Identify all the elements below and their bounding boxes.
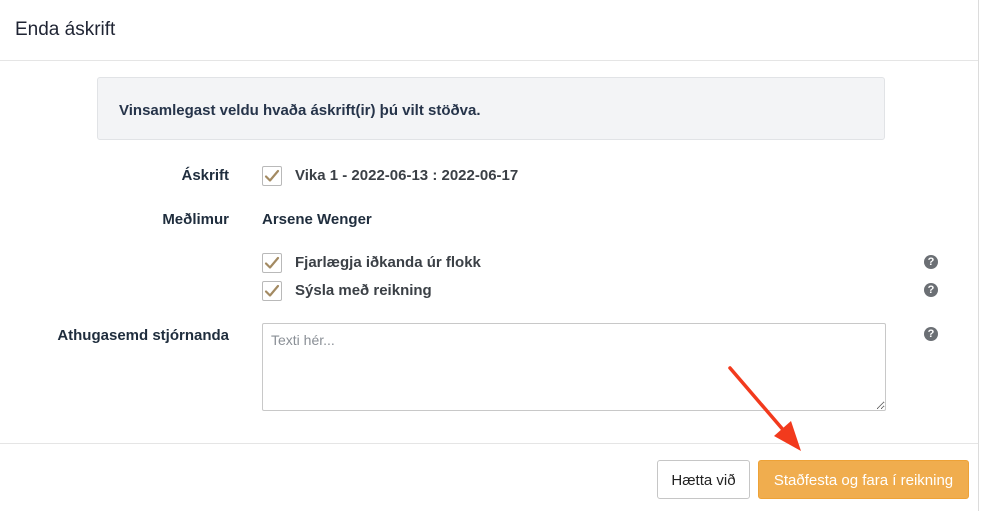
manage-invoice-label: Sýsla með reikning — [295, 282, 432, 299]
member-label: Meðlimur — [162, 211, 229, 228]
help-icon[interactable]: ? — [924, 283, 938, 297]
info-box: Vinsamlegast veldu hvaða áskrift(ir) þú … — [97, 77, 885, 140]
subscription-option-label: Vika 1 - 2022-06-13 : 2022-06-17 — [295, 167, 519, 184]
confirm-and-invoice-button[interactable]: Staðfesta og fara í reikning — [758, 460, 969, 499]
info-message: Vinsamlegast veldu hvaða áskrift(ir) þú … — [119, 102, 481, 119]
modal-title: Enda áskrift — [15, 19, 116, 40]
admin-note-label: Athugasemd stjórnanda — [57, 327, 229, 344]
help-icon[interactable]: ? — [924, 255, 938, 269]
remove-from-group-checkbox[interactable] — [262, 253, 282, 273]
remove-from-group-label: Fjarlægja iðkanda úr flokk — [295, 254, 481, 271]
manage-invoice-checkbox[interactable] — [262, 281, 282, 301]
checkmark-icon — [264, 169, 280, 182]
modal-header: Enda áskrift — [0, 0, 978, 61]
cancel-button[interactable]: Hætta við — [657, 460, 750, 499]
checkmark-icon — [264, 256, 280, 269]
subscription-checkbox[interactable] — [262, 166, 282, 186]
footer-divider — [0, 443, 978, 444]
checkmark-icon — [264, 284, 280, 297]
admin-note-textarea[interactable] — [262, 323, 886, 411]
subscription-label: Áskrift — [181, 167, 229, 184]
member-name: Arsene Wenger — [262, 211, 372, 228]
modal-right-edge — [978, 0, 990, 511]
help-icon[interactable]: ? — [924, 327, 938, 341]
